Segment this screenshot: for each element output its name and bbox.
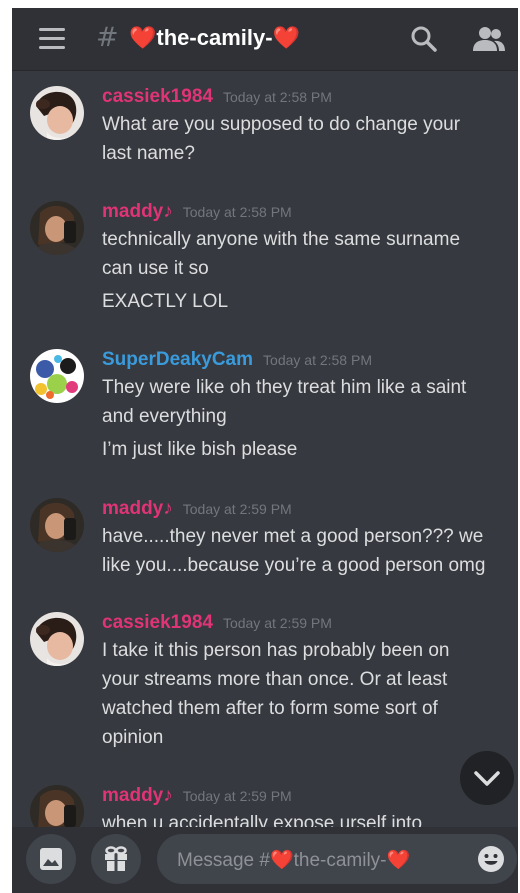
message-text: I’m just like bish please <box>102 439 298 460</box>
message-text: like you....because you’re a good person… <box>102 555 486 576</box>
message-text: have.....they never met a good person???… <box>102 526 484 547</box>
timestamp: Today at 2:59 PM <box>182 788 292 804</box>
message-text: opinion <box>102 727 164 748</box>
avatar[interactable] <box>30 498 84 552</box>
timestamp: Today at 2:58 PM <box>263 352 372 368</box>
username[interactable]: cassiek1984 <box>102 86 213 107</box>
scroll-to-bottom-button[interactable] <box>460 751 514 805</box>
message-text: and everything <box>102 406 227 427</box>
message-text: technically anyone with the same surname <box>102 229 461 250</box>
timestamp: Today at 2:59 PM <box>222 615 332 631</box>
channel-header: # ❤️the-camily-❤️ <box>12 8 518 71</box>
avatar[interactable] <box>30 612 84 666</box>
members-icon[interactable] <box>472 26 506 52</box>
message-text: watched them after to form some sort of <box>102 698 438 719</box>
gift-button[interactable] <box>91 834 141 884</box>
avatar[interactable] <box>30 201 84 255</box>
message-text: last name? <box>102 143 195 164</box>
hamburger-icon[interactable] <box>39 28 65 50</box>
avatar[interactable] <box>30 86 84 140</box>
image-icon <box>40 848 62 870</box>
channel-hash-icon: # <box>96 22 119 53</box>
message-text: I take it this person has probably been … <box>102 640 450 661</box>
app-frame: # ❤️the-camily-❤️ cassiek1984 Today at 2… <box>12 8 518 893</box>
message-header: maddy♪ Today at 2:59 PM <box>102 498 292 520</box>
message-text: your streams more than once. Or at least <box>102 669 448 690</box>
upload-image-button[interactable] <box>26 834 76 884</box>
timestamp: Today at 2:58 PM <box>222 89 332 105</box>
username[interactable]: cassiek1984 <box>102 612 213 633</box>
emoji-icon[interactable] <box>477 845 505 873</box>
message-text: EXACTLY LOL <box>102 291 229 312</box>
message-composer: Message #❤️the-camily-❤️ <box>12 827 518 893</box>
message-text: They were like oh they treat him like a … <box>102 377 467 398</box>
message-header: SuperDeakyCam Today at 2:58 PM <box>102 349 372 371</box>
username[interactable]: SuperDeakyCam <box>102 349 253 370</box>
avatar[interactable] <box>30 349 84 403</box>
message-list[interactable]: cassiek1984 Today at 2:58 PM What are you… <box>12 72 518 827</box>
message-text: can use it so <box>102 258 209 279</box>
username[interactable]: maddy♪ <box>102 201 173 222</box>
search-icon[interactable] <box>410 25 438 53</box>
channel-title: ❤️the-camily-❤️ <box>129 25 300 50</box>
message-header: maddy♪ Today at 2:58 PM <box>102 201 292 223</box>
username[interactable]: maddy♪ <box>102 785 173 806</box>
message-header: cassiek1984 Today at 2:59 PM <box>102 612 332 634</box>
chevron-down-icon <box>474 771 500 786</box>
username[interactable]: maddy♪ <box>102 498 173 519</box>
message-header: maddy♪ Today at 2:59 PM <box>102 785 292 807</box>
timestamp: Today at 2:59 PM <box>182 501 292 517</box>
message-text: What are you supposed to do change your <box>102 114 461 135</box>
timestamp: Today at 2:58 PM <box>182 204 292 220</box>
message-input-placeholder: Message #❤️the-camily-❤️ <box>177 850 411 871</box>
gift-icon <box>105 846 127 871</box>
message-text: when u accidentally expose urself into <box>102 813 423 827</box>
avatar[interactable] <box>30 785 84 827</box>
message-header: cassiek1984 Today at 2:58 PM <box>102 86 332 108</box>
